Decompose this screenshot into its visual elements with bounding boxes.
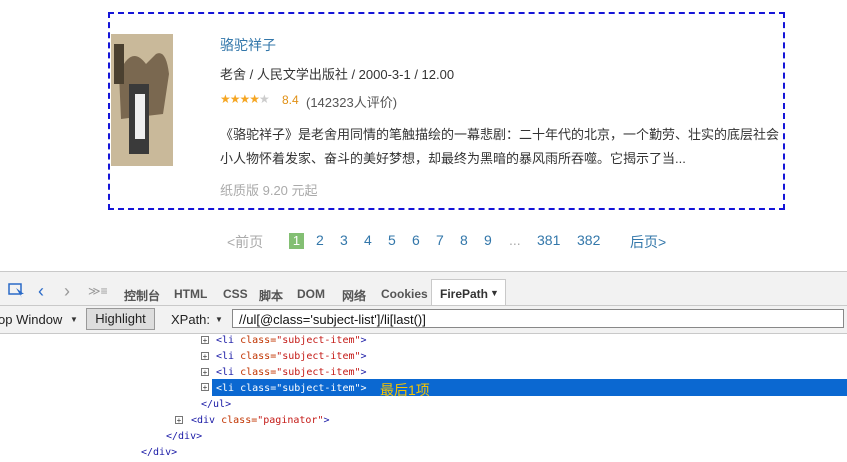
code-li-row-selected[interactable]: <li class="subject-item"> bbox=[216, 383, 367, 394]
tab-dom[interactable]: DOM bbox=[297, 287, 325, 301]
code-li-class: subject-item bbox=[282, 367, 355, 378]
tab-cookies[interactable]: Cookies bbox=[381, 287, 428, 301]
xpath-label: XPath: bbox=[171, 312, 211, 327]
book-pub-info: 老舍 / 人民文学出版社 / 2000-3-1 / 12.00 bbox=[220, 67, 455, 82]
expand-icon[interactable]: + bbox=[201, 368, 209, 377]
tab-html[interactable]: HTML bbox=[174, 287, 207, 301]
code-div-attr: class= bbox=[221, 415, 258, 426]
code-li-row[interactable]: <li class="subject-item"> bbox=[216, 335, 367, 346]
chevron-down-icon[interactable]: ▼ bbox=[215, 315, 223, 324]
rating-stars: ★★★★★ bbox=[220, 92, 270, 106]
tab-net[interactable]: 网络 bbox=[342, 287, 366, 304]
paginator-page[interactable]: 2 bbox=[316, 232, 324, 248]
book-cover-image[interactable] bbox=[111, 34, 173, 166]
paginator-page[interactable]: 6 bbox=[412, 232, 420, 248]
tab-script[interactable]: 脚本 bbox=[259, 287, 283, 304]
back-icon[interactable]: ‹ bbox=[38, 281, 44, 302]
code-close-div: </div> bbox=[166, 431, 203, 442]
code-li-class: subject-item bbox=[282, 335, 355, 346]
chevron-down-icon: ▼ bbox=[490, 288, 499, 298]
code-div-tag: <div bbox=[191, 415, 216, 426]
expand-icon[interactable]: + bbox=[201, 383, 209, 392]
expand-icon[interactable]: + bbox=[175, 416, 183, 425]
paginator-page[interactable]: 382 bbox=[577, 232, 600, 248]
paginator-page[interactable]: 381 bbox=[537, 232, 560, 248]
expand-icon[interactable]: + bbox=[201, 352, 209, 361]
rating-score: 8.4 bbox=[282, 93, 299, 107]
forward-icon[interactable]: › bbox=[64, 281, 70, 302]
paginator-page[interactable]: 4 bbox=[364, 232, 372, 248]
paginator-page[interactable]: 7 bbox=[436, 232, 444, 248]
paginator-next[interactable]: 后页> bbox=[630, 232, 666, 252]
highlight-button[interactable]: Highlight bbox=[86, 308, 155, 330]
code-close-ul: </ul> bbox=[201, 399, 232, 410]
paginator-current: 1 bbox=[289, 233, 304, 249]
tab-firepath-label: FirePath bbox=[440, 287, 489, 301]
inspect-icon[interactable] bbox=[8, 282, 26, 303]
paginator-page[interactable]: 5 bbox=[388, 232, 396, 248]
annotation-note: 最后1项 bbox=[380, 382, 430, 398]
code-li-row[interactable]: <li class="subject-item"> bbox=[216, 351, 367, 362]
expand-icon[interactable]: + bbox=[201, 336, 209, 345]
tab-css[interactable]: CSS bbox=[223, 287, 248, 301]
paginator-page[interactable]: 8 bbox=[460, 232, 468, 248]
paginator-prev: <前页 bbox=[227, 234, 264, 250]
paginator-page[interactable]: 3 bbox=[340, 232, 348, 248]
code-div-paginator[interactable]: <div class="paginator"> bbox=[191, 415, 330, 426]
rating-count: (142323人评价) bbox=[306, 95, 398, 110]
drop-window-menu[interactable]: op Window bbox=[0, 312, 62, 327]
code-li-class: subject-item bbox=[282, 351, 355, 362]
paginator-page[interactable]: 9 bbox=[484, 232, 492, 248]
code-close-div: </div> bbox=[141, 447, 178, 458]
tab-console[interactable]: 控制台 bbox=[124, 287, 160, 304]
chevron-down-icon: ▼ bbox=[70, 315, 78, 324]
book-title-link[interactable]: 骆驼祥子 bbox=[220, 35, 276, 55]
book-description: 《骆驼祥子》是老舍用同情的笔触描绘的一幕悲剧：二十年代的北京，一个勤劳、壮实的底… bbox=[220, 127, 780, 166]
code-li-class: subject-item bbox=[282, 383, 355, 394]
code-li-row[interactable]: <li class="subject-item"> bbox=[216, 367, 367, 378]
book-price: 纸质版 9.20 元起 bbox=[220, 183, 318, 198]
command-line-icon[interactable]: ≫≡ bbox=[88, 284, 108, 298]
book-card-highlight bbox=[108, 12, 785, 210]
code-div-value: "paginator" bbox=[257, 415, 324, 426]
paginator-ellipsis: ... bbox=[509, 232, 521, 248]
xpath-input[interactable]: //ul[@class='subject-list']/li[last()] bbox=[232, 309, 844, 328]
